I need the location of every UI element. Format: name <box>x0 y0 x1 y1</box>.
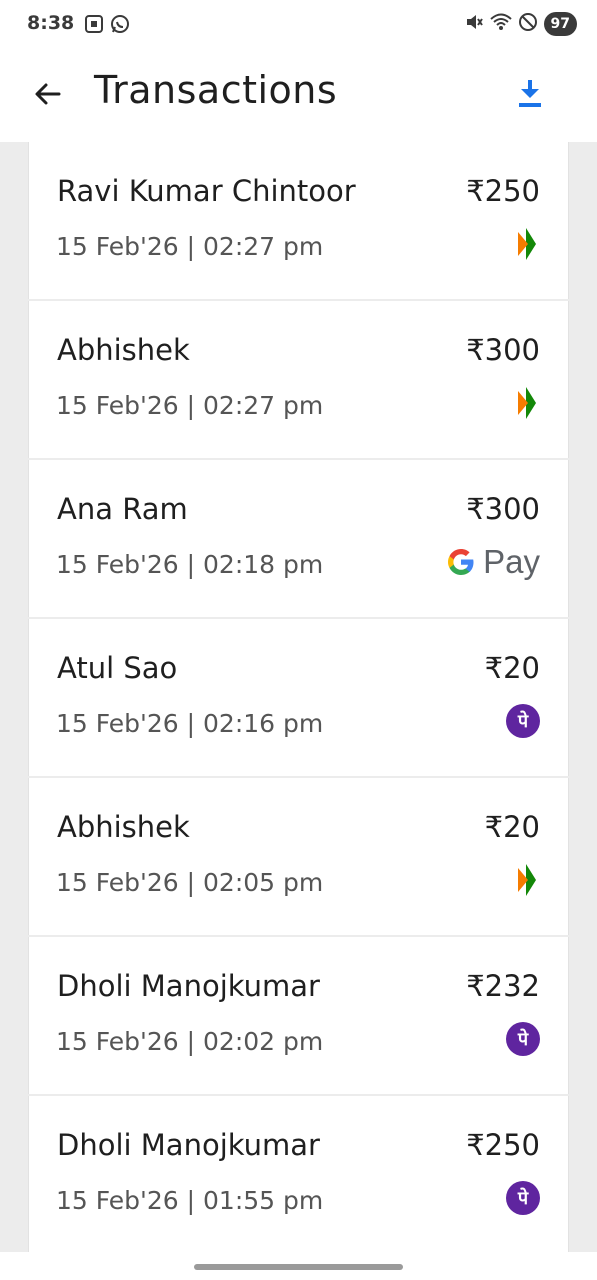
google-g-icon <box>448 549 474 575</box>
transaction-card[interactable]: Dholi Manojkumar ₹232 15 Feb'26 | 02:02 … <box>28 937 569 1094</box>
transaction-amount: ₹300 <box>466 492 540 526</box>
transaction-amount: ₹20 <box>484 810 540 844</box>
phonepe-icon: पे <box>506 704 540 738</box>
transaction-card[interactable]: Atul Sao ₹20 15 Feb'26 | 02:16 pm पे <box>28 619 569 776</box>
transaction-card[interactable]: Ravi Kumar Chintoor ₹250 15 Feb'26 | 02:… <box>28 142 569 299</box>
battery-indicator: 97 <box>543 12 577 36</box>
do-not-disturb-icon <box>518 12 538 36</box>
app-bar: Transactions <box>0 52 597 142</box>
transaction-date: 15 Feb'26 | 02:27 pm <box>56 232 324 261</box>
back-button[interactable] <box>28 74 68 114</box>
transaction-name: Abhishek <box>57 810 190 844</box>
transaction-card[interactable]: Ana Ram ₹300 15 Feb'26 | 02:18 pm Pay <box>28 460 569 617</box>
status-time: 8:38 <box>27 12 75 34</box>
download-icon <box>519 80 541 107</box>
google-pay-icon: Pay <box>445 542 540 582</box>
phonepe-icon: पे <box>506 1181 540 1215</box>
home-indicator[interactable] <box>194 1264 403 1270</box>
status-bar: 8:38 97 <box>0 0 597 52</box>
transaction-name: Abhishek <box>57 333 190 367</box>
transaction-date: 15 Feb'26 | 02:18 pm <box>56 550 324 579</box>
transaction-name: Ravi Kumar Chintoor <box>57 174 356 208</box>
transaction-date: 15 Feb'26 | 02:27 pm <box>56 391 324 420</box>
transaction-amount: ₹300 <box>466 333 540 367</box>
page-title: Transactions <box>94 68 338 112</box>
transaction-card[interactable]: Abhishek ₹20 15 Feb'26 | 02:05 pm <box>28 778 569 935</box>
transaction-amount: ₹250 <box>466 174 540 208</box>
transaction-name: Ana Ram <box>57 492 188 526</box>
transaction-amount: ₹232 <box>466 969 540 1003</box>
arrow-left-icon <box>35 83 61 105</box>
transaction-card[interactable]: Abhishek ₹300 15 Feb'26 | 02:27 pm <box>28 301 569 458</box>
transaction-name: Atul Sao <box>57 651 178 685</box>
whatsapp-icon <box>110 14 130 38</box>
phonepe-icon: पे <box>506 1022 540 1056</box>
transaction-amount: ₹20 <box>484 651 540 685</box>
mute-icon <box>464 12 484 36</box>
bhim-upi-icon <box>516 860 540 900</box>
transaction-name: Dholi Manojkumar <box>57 1128 320 1162</box>
navigation-bar <box>0 1252 597 1280</box>
transaction-date: 15 Feb'26 | 02:05 pm <box>56 868 324 897</box>
bhim-upi-icon <box>516 383 540 423</box>
transaction-date: 15 Feb'26 | 02:02 pm <box>56 1027 324 1056</box>
download-button[interactable] <box>513 76 547 110</box>
screenshot-icon <box>84 14 104 38</box>
transaction-amount: ₹250 <box>466 1128 540 1162</box>
transaction-name: Dholi Manojkumar <box>57 969 320 1003</box>
bhim-upi-icon <box>516 224 540 264</box>
wifi-icon <box>489 12 512 36</box>
transaction-card[interactable]: Dholi Manojkumar ₹250 15 Feb'26 | 01:55 … <box>28 1096 569 1252</box>
transaction-date: 15 Feb'26 | 01:55 pm <box>56 1186 324 1215</box>
google-pay-label: Pay <box>483 543 540 580</box>
transaction-list: Ravi Kumar Chintoor ₹250 15 Feb'26 | 02:… <box>28 142 569 1252</box>
transaction-date: 15 Feb'26 | 02:16 pm <box>56 709 324 738</box>
